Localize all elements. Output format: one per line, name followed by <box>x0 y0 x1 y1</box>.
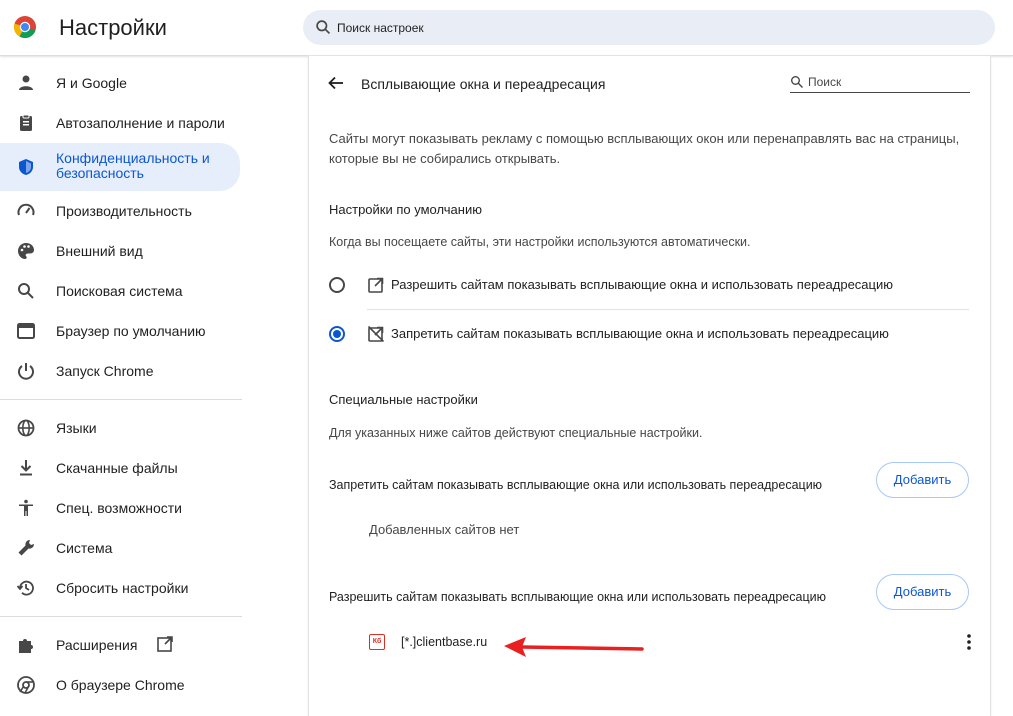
sidebar: Я и Google Автозаполнение и пароли Конфи… <box>0 56 260 705</box>
site-favicon: Кб <box>369 634 385 650</box>
sidebar-item-appearance[interactable]: Внешний вид <box>0 231 240 271</box>
radio-button-checked[interactable] <box>329 326 345 342</box>
search-icon <box>791 76 803 88</box>
custom-subtitle: Для указанных ниже сайтов действуют спец… <box>329 426 703 440</box>
history-icon <box>16 580 34 596</box>
add-blocked-site-button[interactable]: Добавить <box>876 462 969 498</box>
sidebar-item-about-chrome[interactable]: О браузере Chrome <box>0 665 240 705</box>
palette-icon <box>18 243 34 259</box>
speedometer-icon <box>17 203 35 216</box>
shield-icon <box>19 159 33 175</box>
open-in-new-icon <box>368 277 384 293</box>
back-arrow-icon[interactable] <box>327 74 345 92</box>
sidebar-item-label: Система <box>56 540 113 556</box>
sidebar-item-label: Сбросить настройки <box>56 580 189 596</box>
block-list-label: Запретить сайтам показывать всплывающие … <box>329 478 823 492</box>
allow-list-label: Разрешить сайтам показывать всплывающие … <box>329 590 826 604</box>
sidebar-item-system[interactable]: Система <box>0 528 240 568</box>
annotation-arrow-icon <box>504 637 644 657</box>
settings-search-input[interactable]: Поиск настроек <box>303 10 995 45</box>
sidebar-item-label: Внешний вид <box>56 243 143 259</box>
sidebar-item-accessibility[interactable]: Спец. возможности <box>0 488 240 528</box>
empty-list-message: Добавленных сайтов нет <box>369 522 520 537</box>
app-title: Настройки <box>59 15 167 40</box>
sidebar-item-label: Запуск Chrome <box>56 363 154 379</box>
top-bar: Настройки Поиск настроек <box>0 0 1013 56</box>
search-icon <box>18 283 34 299</box>
sidebar-item-label: Спец. возможности <box>56 500 182 516</box>
sidebar-item-label: Производительность <box>56 203 192 219</box>
custom-heading: Специальные настройки <box>329 392 478 407</box>
radio-button[interactable] <box>329 277 345 293</box>
sidebar-item-privacy[interactable]: Конфиденциальность и безопасность <box>0 143 240 191</box>
sidebar-item-label: Конфиденциальность и безопасность <box>56 150 210 181</box>
sidebar-item-label: Браузер по умолчанию <box>56 323 206 339</box>
sidebar-item-default-browser[interactable]: Браузер по умолчанию <box>0 311 240 351</box>
sidebar-divider <box>0 616 242 617</box>
popup-blocked-icon <box>367 325 385 343</box>
chrome-icon <box>17 676 35 694</box>
defaults-heading: Настройки по умолчанию <box>329 202 482 217</box>
sidebar-item-label: Расширения <box>56 637 138 653</box>
sidebar-item-label: О браузере Chrome <box>56 677 185 693</box>
popups-settings-card: Всплывающие окна и переадресация Поиск С… <box>309 56 990 716</box>
sidebar-item-label: Поисковая система <box>56 283 183 299</box>
search-placeholder: Поиск <box>808 75 842 89</box>
sidebar-divider <box>0 399 242 400</box>
clipboard-icon <box>20 114 32 131</box>
search-placeholder: Поиск настроек <box>337 21 424 35</box>
sidebar-item-performance[interactable]: Производительность <box>0 191 240 231</box>
chrome-logo-icon <box>13 16 36 39</box>
globe-icon <box>17 419 35 437</box>
wrench-icon <box>18 539 35 556</box>
sidebar-item-search-engine[interactable]: Поисковая система <box>0 271 240 311</box>
sidebar-item-label: Я и Google <box>56 75 127 91</box>
sidebar-item-languages[interactable]: Языки <box>0 408 240 448</box>
defaults-subtitle: Когда вы посещаете сайты, эти настройки … <box>329 235 751 249</box>
person-icon <box>19 75 33 90</box>
sidebar-item-label: Скачанные файлы <box>56 460 178 476</box>
sidebar-item-you-and-google[interactable]: Я и Google <box>0 63 240 103</box>
radio-label: Запретить сайтам показывать всплывающие … <box>391 326 889 341</box>
download-icon <box>20 460 32 476</box>
sidebar-item-label: Языки <box>56 420 97 436</box>
sidebar-item-on-startup[interactable]: Запуск Chrome <box>0 351 240 391</box>
power-icon <box>18 363 34 380</box>
radio-block-popups[interactable]: Запретить сайтам показывать всплывающие … <box>329 310 969 358</box>
browser-window-icon <box>17 323 35 339</box>
add-allowed-site-button[interactable]: Добавить <box>876 574 969 610</box>
sidebar-item-reset[interactable]: Сбросить настройки <box>0 568 240 608</box>
radio-label: Разрешить сайтам показывать всплывающие … <box>391 277 893 292</box>
page-title: Всплывающие окна и переадресация <box>361 76 606 92</box>
open-in-new-icon <box>157 636 173 652</box>
radio-allow-popups[interactable]: Разрешить сайтам показывать всплывающие … <box>329 261 969 309</box>
sidebar-item-autofill[interactable]: Автозаполнение и пароли <box>0 103 240 143</box>
sidebar-item-label: Автозаполнение и пароли <box>56 115 225 131</box>
sidebar-item-extensions[interactable]: Расширения <box>0 625 240 665</box>
puzzle-icon <box>19 639 33 653</box>
sidebar-item-downloads[interactable]: Скачанные файлы <box>0 448 240 488</box>
accessibility-icon <box>19 499 33 516</box>
page-description: Сайты могут показывать рекламу с помощью… <box>329 131 960 166</box>
page-search-input[interactable]: Поиск <box>790 73 970 93</box>
site-pattern: [*.]clientbase.ru <box>401 635 488 649</box>
more-vert-icon[interactable] <box>959 632 979 652</box>
search-icon <box>316 20 331 35</box>
